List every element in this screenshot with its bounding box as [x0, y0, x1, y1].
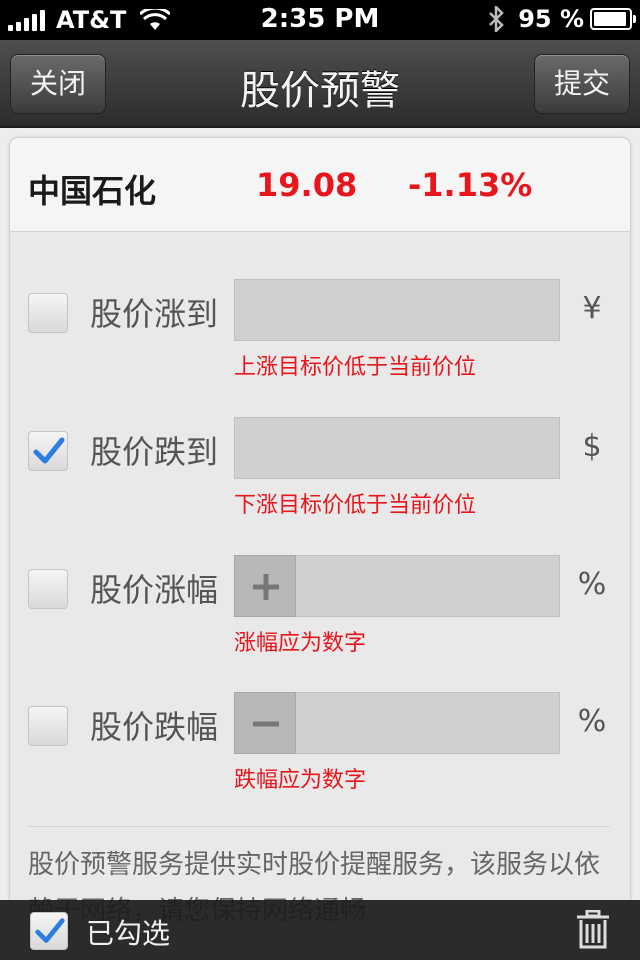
unit-label: $ — [582, 429, 602, 464]
alert-row-fall-percent: 股价跌幅 % 跌幅应为数字 — [10, 692, 630, 822]
stock-name: 中国石化 — [28, 172, 157, 210]
unit-label: % — [577, 567, 607, 602]
checkmark-icon — [35, 918, 65, 943]
stock-price: 19.08 — [256, 166, 358, 204]
screen: AT&T 2:35 PM 95 % 关闭 股价预警 提交 中国石化 19.08 — [0, 0, 640, 960]
unit-label: % — [577, 704, 607, 739]
alert-row-rise-percent: 股价涨幅 % 涨幅应为数字 — [10, 555, 630, 685]
checkmark-icon — [33, 437, 65, 464]
rise-percent-checkbox[interactable] — [28, 569, 68, 609]
battery-level-fill — [594, 12, 627, 26]
select-all-label: 已勾选 — [86, 917, 171, 950]
divider — [28, 826, 610, 827]
alert-label: 股价跌幅 — [90, 708, 219, 746]
alert-label: 股价涨幅 — [90, 571, 219, 609]
battery-icon — [590, 8, 636, 30]
stock-summary: 中国石化 19.08 -1.13% — [10, 138, 630, 232]
bottom-toolbar: 已勾选 — [0, 900, 640, 960]
fall-percent-checkbox[interactable] — [28, 706, 68, 746]
validation-hint: 下涨目标价低于当前价位 — [234, 493, 477, 518]
trash-icon[interactable] — [576, 910, 610, 950]
unit-label: ¥ — [582, 291, 602, 326]
plus-icon — [253, 574, 279, 600]
stock-change: -1.13% — [408, 166, 533, 204]
select-all-checkbox[interactable] — [30, 912, 68, 950]
navigation-bar: 关闭 股价预警 提交 — [0, 40, 640, 128]
minus-icon — [253, 721, 279, 727]
price-up-checkbox[interactable] — [28, 293, 68, 333]
status-bar: AT&T 2:35 PM 95 % — [0, 0, 640, 40]
alert-row-price-up: 股价涨到 ¥ 上涨目标价低于当前价位 — [10, 279, 630, 409]
alert-label: 股价跌到 — [90, 433, 219, 471]
battery-percent: 95 % — [518, 5, 584, 33]
submit-button[interactable]: 提交 — [534, 54, 630, 114]
minus-button[interactable] — [234, 692, 296, 754]
validation-hint: 涨幅应为数字 — [234, 631, 367, 656]
price-down-input[interactable] — [234, 417, 560, 479]
alert-label: 股价涨到 — [90, 295, 219, 333]
alert-row-price-down: 股价跌到 $ 下涨目标价低于当前价位 — [10, 417, 630, 547]
price-up-input[interactable] — [234, 279, 560, 341]
price-down-checkbox[interactable] — [28, 431, 68, 471]
validation-hint: 跌幅应为数字 — [234, 768, 367, 793]
validation-hint: 上涨目标价低于当前价位 — [234, 355, 477, 380]
alert-form-card: 中国石化 19.08 -1.13% 股价涨到 ¥ 上涨目标价低于当前价位 股价跌… — [10, 138, 630, 960]
plus-button[interactable] — [234, 555, 296, 617]
status-right: 95 % — [488, 5, 636, 33]
bluetooth-icon — [489, 6, 504, 32]
